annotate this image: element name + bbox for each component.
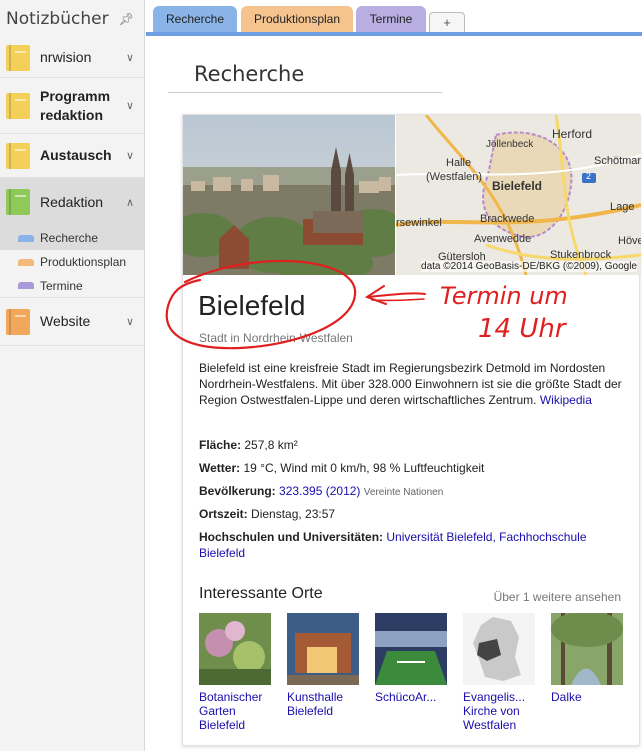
notebook-austausch[interactable]: Austausch ∨ <box>0 134 144 178</box>
fact-population: Bevölkerung: 323.395 (2012) Vereinte Nat… <box>199 483 629 501</box>
section-tab-icon <box>18 234 34 242</box>
places-heading: Interessante Orte <box>199 585 323 602</box>
fact-label: Ortszeit: <box>199 507 248 521</box>
notebook-programm-redaktion[interactable]: Programm redaktion ∨ <box>0 78 144 134</box>
section-tab-icon <box>18 282 34 289</box>
tab-produktionsplan[interactable]: Produktionsplan <box>241 6 353 33</box>
fact-localtime: Ortszeit: Dienstag, 23:57 <box>199 506 629 522</box>
place-label[interactable]: Dalke <box>551 690 625 704</box>
city-map[interactable]: Herford Jöllenbeck Schötmar Halle (Westf… <box>396 115 641 275</box>
page-title[interactable]: Recherche <box>194 62 304 86</box>
notebook-label: Austausch <box>40 147 112 163</box>
notebook-label: Programm redaktion <box>40 87 111 123</box>
section-tab-icon <box>18 258 34 266</box>
map-credit: data ©2014 GeoBasis-DE/BKG (©2009), Goog… <box>421 261 637 272</box>
notebook-sidebar: Notizbücher 📌︎ nrwision ∨ Programm redak… <box>0 0 145 751</box>
map-label: Schötmar <box>594 155 641 167</box>
more-places-link[interactable]: Über 1 weitere ansehen <box>494 590 621 604</box>
notebook-icon <box>6 189 30 215</box>
section-produktionsplan[interactable]: Produktionsplan <box>0 250 144 274</box>
place-item[interactable]: Botanischer Garten Bielefeld <box>199 613 273 732</box>
place-label[interactable]: Kunsthalle Bielefeld <box>287 690 361 718</box>
entity-title: Bielefeld <box>198 290 306 321</box>
place-item[interactable]: Kunsthalle Bielefeld <box>287 613 361 718</box>
knowledge-card: Herford Jöllenbeck Schötmar Halle (Westf… <box>182 114 641 746</box>
map-label: Avenwedde <box>474 233 532 245</box>
notebook-icon <box>6 92 30 119</box>
notebook-icon <box>6 308 30 335</box>
notebook-website[interactable]: Website ∨ <box>0 298 144 346</box>
chevron-down-icon[interactable]: ∨ <box>122 99 138 112</box>
map-label: Jöllenbeck <box>486 139 534 150</box>
map-label: Halle <box>446 157 472 169</box>
add-section-button[interactable]: + <box>429 12 465 33</box>
place-item[interactable]: Dalke <box>551 613 625 704</box>
entity-description: Bielefeld ist eine kreisfreie Stadt im R… <box>199 360 629 408</box>
fact-label: Fläche: <box>199 438 242 452</box>
pin-icon[interactable]: 📌︎ <box>119 12 134 26</box>
chevron-down-icon[interactable]: ∨ <box>122 149 138 162</box>
section-termine[interactable]: Termine <box>0 274 144 298</box>
place-thumbnail[interactable] <box>551 613 623 685</box>
map-label: Herford <box>552 127 593 141</box>
university-link[interactable]: Universität Bielefeld <box>386 530 492 544</box>
place-label[interactable]: Botanischer Garten Bielefeld <box>199 690 273 732</box>
map-label: Bielefeld <box>492 179 543 193</box>
notebook-label: Website <box>40 313 91 329</box>
place-thumbnail[interactable] <box>463 613 535 685</box>
tab-termine[interactable]: Termine <box>356 6 426 33</box>
section-label: Recherche <box>40 231 99 245</box>
entity-subtitle: Stadt in Nordrhein-Westfalen <box>199 331 353 345</box>
population-source: Vereinte Nationen <box>363 487 444 498</box>
fact-label: Bevölkerung: <box>199 484 276 498</box>
place-thumbnail[interactable] <box>375 613 447 685</box>
fact-universities: Hochschulen und Universitäten: Universit… <box>199 529 629 561</box>
city-photo[interactable] <box>183 115 395 275</box>
wikipedia-link[interactable]: Wikipedia <box>540 393 592 407</box>
map-label: (Westfalen) <box>426 171 483 183</box>
chevron-down-icon[interactable]: ∨ <box>122 315 138 328</box>
place-label[interactable]: SchücoAr... <box>375 690 449 704</box>
place-thumbnail[interactable] <box>287 613 359 685</box>
population-link[interactable]: 323.395 (2012) <box>279 484 360 498</box>
place-item[interactable]: SchücoAr... <box>375 613 449 704</box>
fact-value: Dienstag, 23:57 <box>251 507 336 521</box>
sidebar-header: Notizbücher 📌︎ <box>0 0 144 38</box>
sidebar-title: Notizbücher <box>6 9 109 29</box>
notebook-icon <box>6 44 30 71</box>
map-label: Brackwede <box>480 213 535 225</box>
place-label[interactable]: Evangelis... Kirche von Westfalen <box>463 690 537 732</box>
chevron-up-icon[interactable]: ∧ <box>122 196 138 209</box>
fact-area: Fläche: 257,8 km² <box>199 437 629 453</box>
section-recherche[interactable]: Recherche <box>0 226 144 250</box>
map-label: rsewinkel <box>396 217 442 229</box>
fact-value: 257,8 km² <box>244 438 298 452</box>
chevron-down-icon[interactable]: ∨ <box>122 51 138 64</box>
section-label: Termine <box>40 278 83 293</box>
map-label: 2 <box>586 171 592 181</box>
fact-weather: Wetter: 19 °C, Wind mit 0 km/h, 98 % Luf… <box>199 460 629 476</box>
notebook-label: nrwision <box>40 49 92 65</box>
notebook-icon <box>6 142 30 169</box>
fact-label: Hochschulen und Universitäten: <box>199 530 384 544</box>
map-label: Stukenbrock <box>550 249 612 261</box>
fact-value: 19 °C, Wind mit 0 km/h, 98 % Luftfeuchti… <box>243 461 485 475</box>
section-label: Produktionsplan <box>40 255 127 269</box>
map-label: Hövel <box>618 235 641 247</box>
place-thumbnail[interactable] <box>199 613 271 685</box>
title-divider <box>168 92 442 93</box>
map-label: Lage <box>610 201 635 213</box>
place-item[interactable]: Evangelis... Kirche von Westfalen <box>463 613 537 732</box>
notebook-nrwision[interactable]: nrwision ∨ <box>0 38 144 78</box>
fact-label: Wetter: <box>199 461 241 475</box>
notebook-label: Redaktion <box>40 193 104 210</box>
notebook-redaktion[interactable]: Redaktion ∧ <box>0 178 144 226</box>
